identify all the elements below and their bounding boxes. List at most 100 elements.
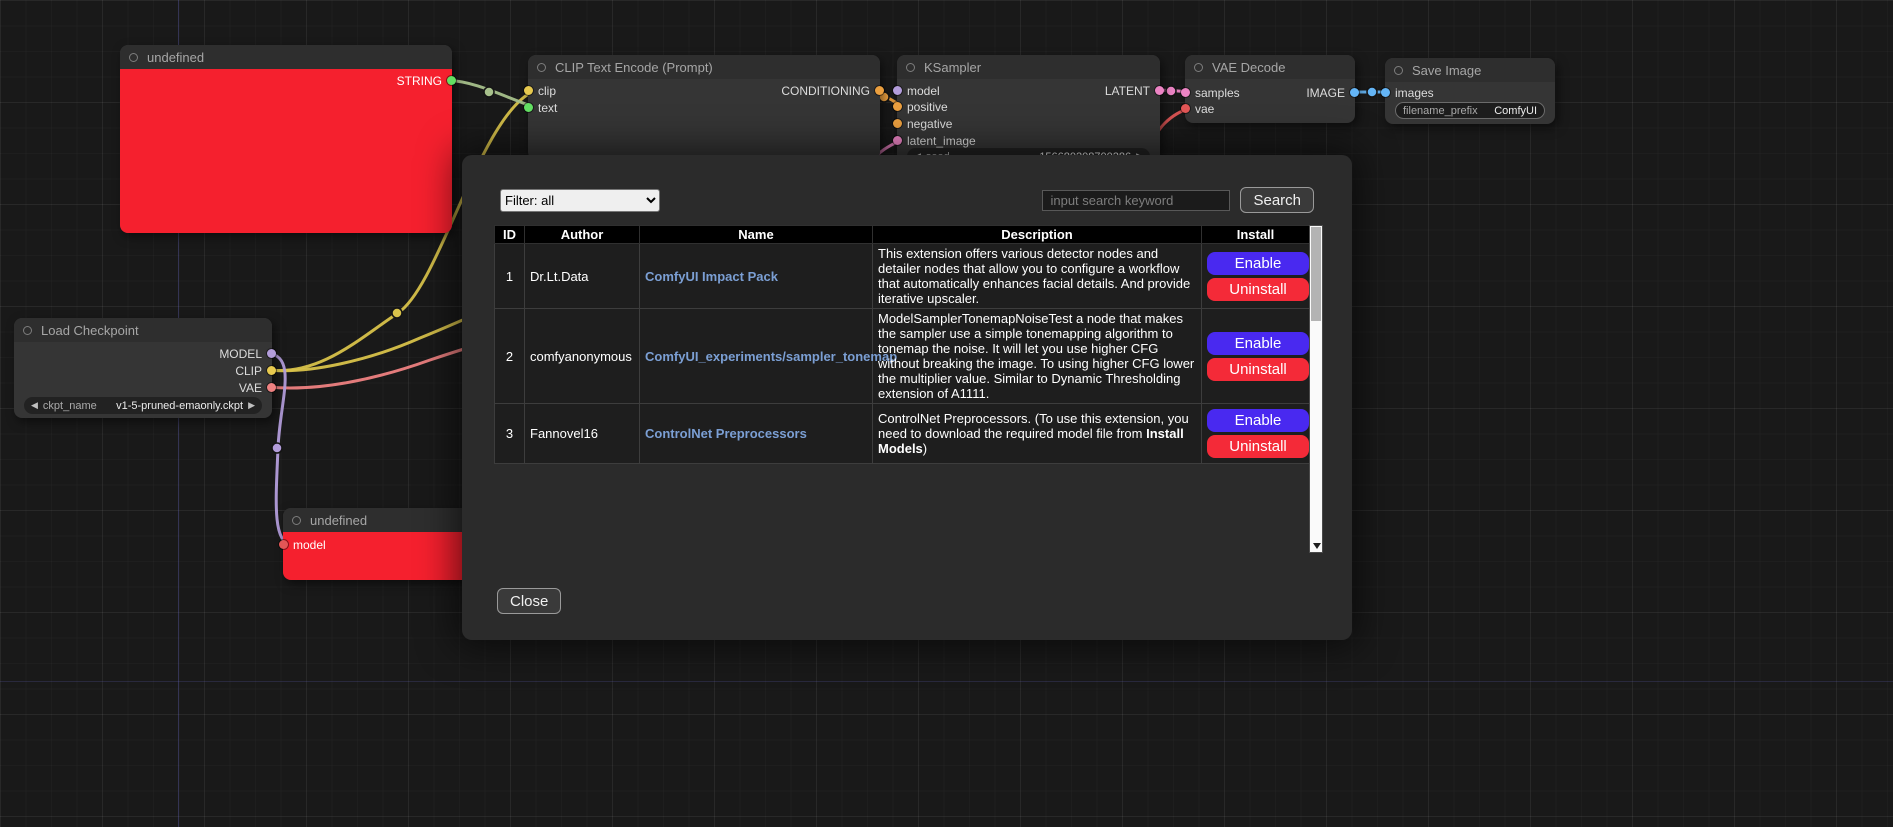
collapse-dot-icon[interactable] bbox=[292, 516, 301, 525]
input-label: samples bbox=[1195, 86, 1240, 100]
description-text: ControlNet Preprocessors. (To use this e… bbox=[878, 411, 1189, 441]
collapse-dot-icon[interactable] bbox=[906, 63, 915, 72]
grid-axis-horizontal bbox=[0, 681, 1893, 682]
node-undefined-bottom[interactable]: undefined model bbox=[283, 508, 473, 580]
search-button[interactable]: Search bbox=[1240, 187, 1314, 213]
output-label: CLIP bbox=[235, 364, 262, 378]
description-cell: ControlNet Preprocessors. (To use this e… bbox=[873, 404, 1202, 464]
output-slot-image[interactable] bbox=[1350, 88, 1359, 97]
output-slot-model[interactable] bbox=[267, 349, 276, 358]
description-text: This extension offers various detector n… bbox=[878, 246, 1190, 306]
output-slot-string[interactable] bbox=[447, 76, 456, 85]
node-title: CLIP Text Encode (Prompt) bbox=[555, 60, 713, 75]
output-label: LATENT bbox=[1105, 84, 1150, 98]
input-slot-images[interactable] bbox=[1381, 88, 1390, 97]
enable-button[interactable]: Enable bbox=[1207, 409, 1309, 432]
input-label: model bbox=[293, 538, 326, 552]
id-cell: 2 bbox=[495, 309, 525, 404]
scrollbar-down-arrow-icon[interactable] bbox=[1313, 543, 1321, 549]
table-header-row: ID Author Name Description Install bbox=[495, 226, 1310, 244]
scrollbar[interactable] bbox=[1309, 225, 1323, 553]
collapse-dot-icon[interactable] bbox=[1394, 66, 1403, 75]
link-dot bbox=[1166, 86, 1176, 96]
input-label: text bbox=[538, 101, 557, 115]
input-label: model bbox=[907, 84, 940, 98]
extension-name-link[interactable]: ComfyUI_experiments/sampler_tonemap bbox=[645, 349, 897, 364]
description-end: ) bbox=[923, 441, 927, 456]
install-cell: Enable Uninstall bbox=[1202, 309, 1310, 404]
output-label: CONDITIONING bbox=[781, 84, 870, 98]
input-slot-samples[interactable] bbox=[1181, 88, 1190, 97]
column-header-id: ID bbox=[495, 226, 525, 244]
author-cell: Fannovel16 bbox=[525, 404, 640, 464]
collapse-dot-icon[interactable] bbox=[129, 53, 138, 62]
column-header-name: Name bbox=[640, 226, 873, 244]
input-label: clip bbox=[538, 84, 556, 98]
node-vae-decode[interactable]: VAE Decode samples vae IMAGE bbox=[1185, 55, 1355, 123]
graph-canvas[interactable]: undefined STRING CLIP Text Encode (Promp… bbox=[0, 0, 1893, 827]
uninstall-button[interactable]: Uninstall bbox=[1207, 358, 1309, 381]
table-row: 2 comfyanonymous ComfyUI_experiments/sam… bbox=[495, 309, 1310, 404]
extensions-table-zone: ID Author Name Description Install 1 Dr.… bbox=[494, 225, 1323, 553]
output-slot-clip[interactable] bbox=[267, 366, 276, 375]
node-title: Load Checkpoint bbox=[41, 323, 139, 338]
node-title: undefined bbox=[310, 513, 367, 528]
input-slot-model[interactable] bbox=[893, 86, 902, 95]
table-row: 3 Fannovel16 ControlNet Preprocessors Co… bbox=[495, 404, 1310, 464]
node-title: VAE Decode bbox=[1212, 60, 1285, 75]
node-ksampler[interactable]: KSampler model positive negative latent_… bbox=[897, 55, 1160, 167]
dialog-toolbar: Filter: all Search bbox=[500, 187, 1314, 213]
output-slot-latent[interactable] bbox=[1155, 86, 1164, 95]
input-slot-vae[interactable] bbox=[1181, 104, 1190, 113]
uninstall-button[interactable]: Uninstall bbox=[1207, 278, 1309, 301]
output-label: MODEL bbox=[219, 347, 262, 361]
enable-button[interactable]: Enable bbox=[1207, 332, 1309, 355]
link-dot bbox=[272, 443, 282, 453]
description-text: ModelSamplerTonemapNoiseTest a node that… bbox=[878, 311, 1194, 401]
scrollbar-thumb[interactable] bbox=[1311, 227, 1321, 321]
link-dot bbox=[392, 308, 402, 318]
search-input[interactable] bbox=[1042, 190, 1230, 211]
prev-arrow-icon[interactable]: ◀ bbox=[31, 401, 38, 410]
enable-button[interactable]: Enable bbox=[1207, 252, 1309, 275]
extension-name-link[interactable]: ComfyUI Impact Pack bbox=[645, 269, 778, 284]
input-slot-text[interactable] bbox=[524, 103, 533, 112]
filename-prefix-widget[interactable]: filename_prefix ComfyUI bbox=[1395, 102, 1545, 119]
input-slot-positive[interactable] bbox=[893, 102, 902, 111]
output-label: STRING bbox=[397, 74, 442, 88]
install-cell: Enable Uninstall bbox=[1202, 404, 1310, 464]
collapse-dot-icon[interactable] bbox=[1194, 63, 1203, 72]
extension-name-link[interactable]: ControlNet Preprocessors bbox=[645, 426, 807, 441]
output-slot-conditioning[interactable] bbox=[875, 86, 884, 95]
input-label: positive bbox=[907, 100, 948, 114]
search-group: Search bbox=[1042, 187, 1314, 213]
ckpt-name-widget[interactable]: ◀ ckpt_name v1-5-pruned-emaonly.ckpt ▶ bbox=[24, 397, 262, 414]
node-save-image[interactable]: Save Image images filename_prefix ComfyU… bbox=[1385, 58, 1555, 124]
filter-select[interactable]: Filter: all bbox=[500, 189, 660, 212]
widget-value: v1-5-pruned-emaonly.ckpt bbox=[116, 400, 243, 412]
next-arrow-icon[interactable]: ▶ bbox=[248, 401, 255, 410]
uninstall-button[interactable]: Uninstall bbox=[1207, 435, 1309, 458]
close-button[interactable]: Close bbox=[497, 588, 561, 614]
wire-string-to-text bbox=[447, 80, 534, 107]
widget-label: ckpt_name bbox=[43, 400, 97, 412]
column-header-description: Description bbox=[873, 226, 1202, 244]
description-cell: ModelSamplerTonemapNoiseTest a node that… bbox=[873, 309, 1202, 404]
input-slot-negative[interactable] bbox=[893, 119, 902, 128]
output-label: IMAGE bbox=[1306, 86, 1345, 100]
wire-vae-to-vae-decode bbox=[268, 346, 474, 388]
column-header-author: Author bbox=[525, 226, 640, 244]
description-cell: This extension offers various detector n… bbox=[873, 244, 1202, 309]
input-slot-latent-image[interactable] bbox=[893, 136, 902, 145]
widget-label: filename_prefix bbox=[1403, 105, 1478, 117]
input-slot-model[interactable] bbox=[279, 540, 288, 549]
widget-value: ComfyUI bbox=[1494, 105, 1537, 117]
input-slot-clip[interactable] bbox=[524, 86, 533, 95]
collapse-dot-icon[interactable] bbox=[23, 326, 32, 335]
collapse-dot-icon[interactable] bbox=[537, 63, 546, 72]
output-slot-vae[interactable] bbox=[267, 383, 276, 392]
node-load-checkpoint[interactable]: Load Checkpoint MODEL CLIP VAE ◀ ckpt_na… bbox=[14, 318, 272, 418]
node-undefined-top[interactable]: undefined STRING bbox=[120, 45, 452, 233]
node-clip-text-encode[interactable]: CLIP Text Encode (Prompt) clip text COND… bbox=[528, 55, 880, 160]
install-cell: Enable Uninstall bbox=[1202, 244, 1310, 309]
